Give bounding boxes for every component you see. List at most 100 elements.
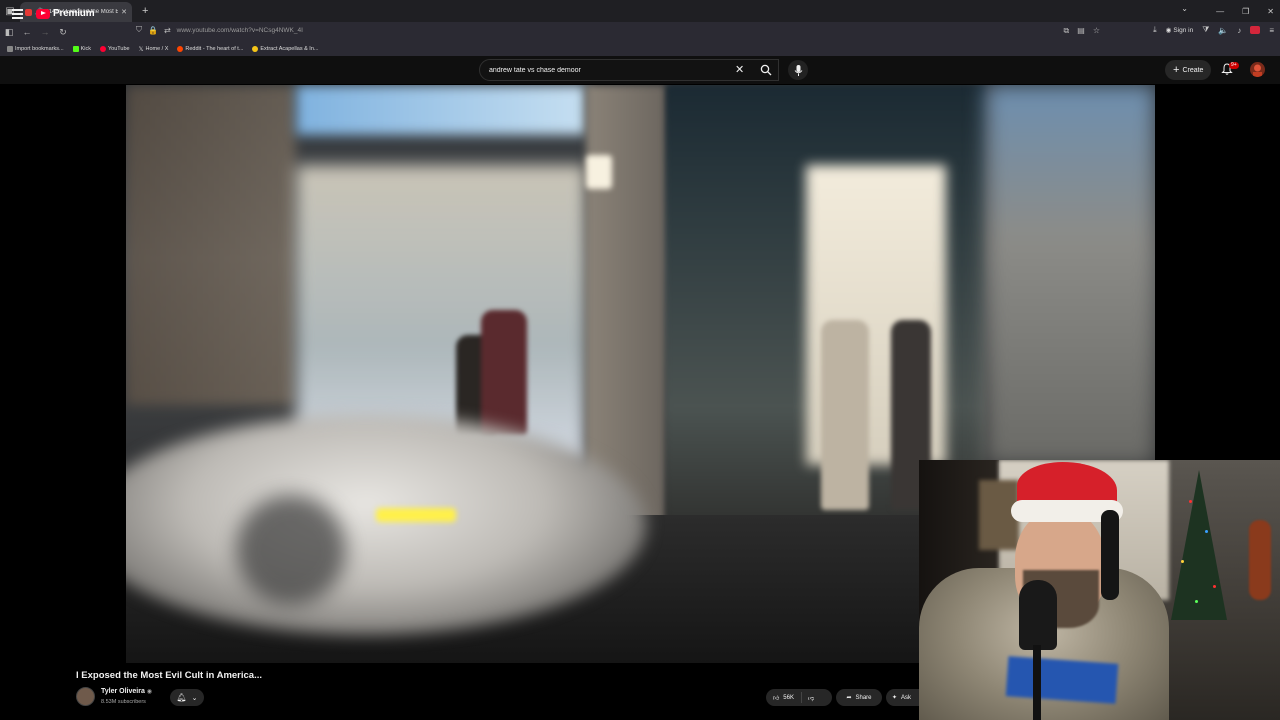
webcam-frame-content [1189,500,1192,503]
back-icon[interactable]: ← [18,27,36,37]
close-tab-icon[interactable]: ✕ [121,8,127,16]
kick-icon [72,46,79,52]
bookmark-import[interactable]: Import bookmarks... [7,46,64,52]
bookmarks-bar: Import bookmarks... Kick YouTube 𝕏 Home /… [0,42,1280,56]
reddit-icon [177,46,184,52]
url-text: www.youtube.com/watch?v=NCsg4NWK_4I [176,26,303,34]
forward-icon[interactable]: → [36,27,54,37]
create-button[interactable]: + Create [1165,60,1212,80]
browser-toolbar: ◧ ← → ↻ ⛉ 🔒 ⇄ www.youtube.com/watch?v=NC… [0,22,1280,42]
account-icon: ◉ [1165,27,1172,34]
webcam-frame-content [1213,585,1216,588]
sidebar-toggle-icon[interactable]: ◧ [0,27,18,38]
tab-list-chevron-icon[interactable]: ⌄ [1181,4,1188,13]
video-frame-content [986,85,1155,465]
bookmark-star-icon[interactable]: ☆ [1093,26,1100,36]
like-dislike-group: 👍︎ 56K 👎︎ [766,689,832,706]
voice-search-button[interactable] [788,60,808,80]
sign-in-button[interactable]: ◉ Sign in [1165,26,1194,35]
youtube-play-icon [36,8,50,19]
bookmark-extract[interactable]: Extract Acapellas & In... [252,46,318,52]
dislike-button[interactable]: 👎︎ [802,694,820,702]
youtube-icon [100,46,106,52]
video-frame-content [586,155,612,189]
thumbs-down-icon: 👎︎ [807,695,815,702]
thumbs-up-icon: 👍︎ [773,695,780,702]
audio-icon[interactable]: 🔈 [1218,26,1228,35]
clear-search-icon[interactable]: ✕ [735,63,744,77]
bookmark-label: YouTube [108,46,130,52]
minimize-icon[interactable]: — [1216,7,1224,16]
webcam-frame-content [1205,530,1208,533]
music-icon[interactable]: ♪ [1237,26,1241,35]
menu-icon[interactable]: ≡ [1269,26,1274,35]
new-tab-icon[interactable]: + [142,5,148,17]
christmas-tree [1171,470,1227,620]
bell-icon: 🔔︎ [176,693,187,702]
create-label: Create [1182,66,1204,74]
downloads-icon[interactable]: ⤓ [1153,25,1157,35]
microphone-icon [794,64,802,76]
bookmark-label: Import bookmarks... [15,46,64,52]
search-icon [760,64,772,76]
window-controls: — ❐ ✕ [1216,0,1274,22]
channel-name-link[interactable]: Tyler Oliveira ◉ [101,688,152,695]
subscription-bell-button[interactable]: 🔔︎ ⌄ [170,689,204,706]
import-icon [7,46,13,52]
sparkle-icon: ✦ [892,695,898,701]
webcam-frame-content [1249,520,1271,600]
channel-avatar[interactable] [76,687,95,706]
channel-name: Tyler Oliveira [101,688,145,695]
bookmark-x[interactable]: 𝕏 Home / X [139,46,169,53]
shield-icon[interactable]: ⛉ [136,25,142,35]
share-arrow-icon: ➦ [846,695,852,701]
x-logo-icon: 𝕏 [138,46,144,53]
video-frame-content [296,85,586,135]
notification-count-badge: 9+ [1229,62,1239,69]
webcam-frame-content [1195,600,1198,603]
webcam-frame-content [1181,560,1184,563]
reload-icon[interactable]: ↻ [54,27,72,38]
chevron-down-icon: ⌄ [191,694,198,702]
video-frame-content [126,85,296,405]
close-window-icon[interactable]: ✕ [1267,7,1274,16]
video-frame-content [376,508,456,522]
video-frame-content [821,320,869,510]
bookmark-label: Kick [80,46,91,52]
picture-in-picture-icon[interactable]: ⧉ [1064,26,1070,36]
extract-icon [252,46,259,52]
like-button[interactable]: 👍︎ 56K [766,692,802,703]
subscriber-count: 8.53M subscribers [101,699,146,705]
browser-tab-strip: ▣ 🔊 (146) I Exposed the Most E ✕ + ⌄ — ❐… [0,0,1280,22]
search-button[interactable] [753,59,779,81]
account-avatar[interactable] [1250,62,1265,77]
hamburger-menu-icon[interactable] [12,9,23,19]
address-bar[interactable]: ⛉ 🔒 ⇄ www.youtube.com/watch?v=NCsg4NWK_4… [136,25,303,35]
bookmark-youtube[interactable]: YouTube [100,46,130,52]
restore-icon[interactable]: ❐ [1242,7,1249,16]
reader-view-icon[interactable]: ▤ [1077,26,1085,36]
lock-icon[interactable]: 🔒 [148,26,158,35]
extension-red-icon[interactable] [1250,26,1261,34]
verified-icon: ◉ [146,689,153,695]
youtube-premium-logo[interactable]: Premium [36,8,95,19]
search-input[interactable] [489,63,719,77]
like-count: 56K [783,694,794,701]
video-frame-content [586,85,666,525]
microphone [1019,580,1057,650]
address-actions: ⧉ ▤ ☆ [1064,26,1100,36]
bookmark-label: Reddit - The heart of t... [185,46,244,52]
bookmark-label: Extract Acapellas & In... [260,46,319,52]
share-button[interactable]: ➦ Share [836,689,882,706]
bookmark-reddit[interactable]: Reddit - The heart of t... [177,46,243,52]
ask-label: Ask [901,694,912,701]
webcam-frame-content [1005,656,1119,704]
bookmark-kick[interactable]: Kick [72,46,91,52]
toolbar-right: ⤓ ◉ Sign in ⧩ 🔈 ♪ ≡ [1153,25,1274,35]
plus-icon: + [1173,63,1180,76]
permissions-icon[interactable]: ⇄ [164,26,171,35]
extensions-icon[interactable]: ⧩ [1202,25,1209,35]
webcam-frame-content [1101,510,1119,600]
youtube-favicon-icon [25,8,32,16]
bookmark-label: Home / X [145,46,169,52]
